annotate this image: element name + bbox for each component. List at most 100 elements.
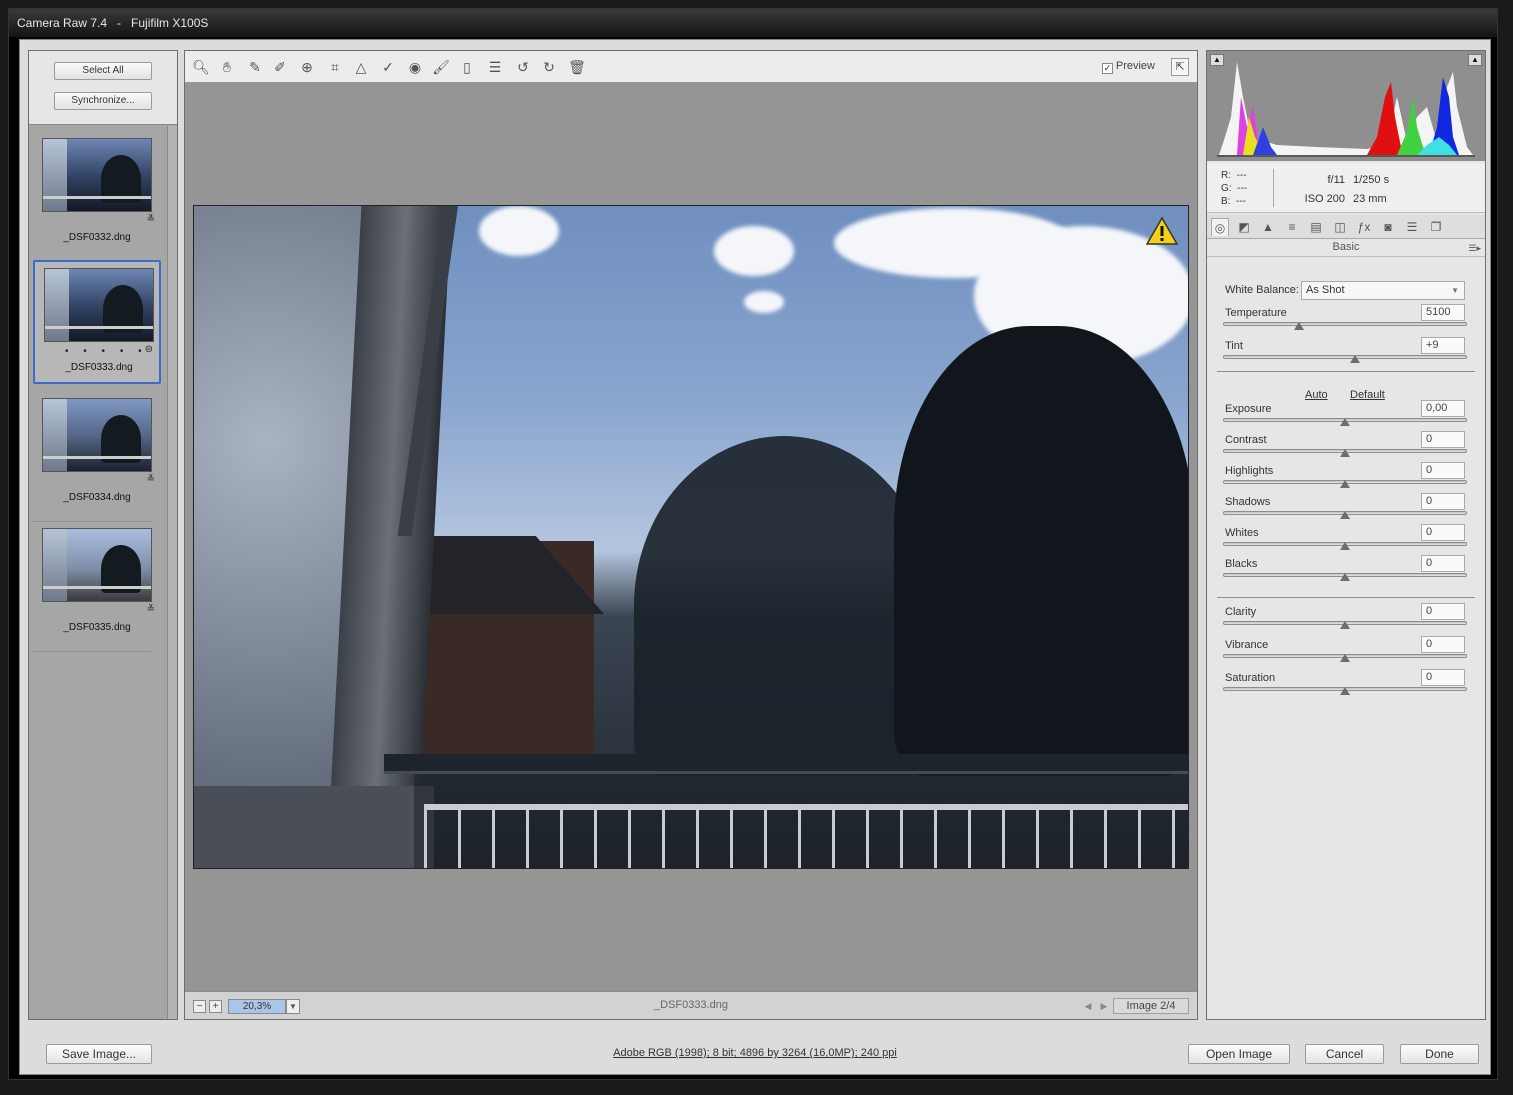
previous-image-icon[interactable]: ◀	[1081, 999, 1095, 1013]
slider-handle[interactable]	[1340, 418, 1350, 426]
adjustments-panel: ▲ ▲ R: --- G: --- B: --- f/11 1/250 s IS…	[1206, 50, 1486, 1020]
slider-label: Exposure	[1225, 403, 1272, 415]
iso: ISO 200	[1304, 193, 1345, 205]
tab-camera-calibration-icon[interactable]: ◙	[1379, 218, 1397, 236]
tab-basic-icon[interactable]: ◎	[1211, 218, 1229, 236]
fullscreen-toggle-icon[interactable]: ⇱	[1171, 58, 1189, 76]
slider-handle[interactable]	[1340, 654, 1350, 662]
color-sampler-tool-icon[interactable]: ✐	[270, 57, 290, 77]
image-viewer: 🔍︎ ✋︎ ✎ ✐ ⊕ ⌗ △ ✓ ◉ 🖌︎ ▯ ☰ ↺ ↻ 🗑︎ ✓ Previ…	[184, 50, 1198, 1020]
rgb-readout: R: --- G: --- B: ---	[1221, 169, 1247, 208]
histogram: ▲ ▲	[1207, 51, 1485, 161]
exif-info: f/11 1/250 s ISO 200 23 mm	[1303, 171, 1389, 209]
preview-checkbox[interactable]: ✓ Preview	[1101, 60, 1155, 74]
white-balance-tool-icon[interactable]: ✎	[245, 57, 265, 77]
thumbnail-filename: _DSF0334.dng	[63, 492, 131, 503]
slider-handle[interactable]	[1340, 511, 1350, 519]
tab-tone-curve-icon[interactable]: ◩	[1235, 218, 1253, 236]
panel-title: Basic	[1207, 241, 1485, 257]
preview-image[interactable]	[193, 205, 1189, 869]
slider-handle[interactable]	[1340, 573, 1350, 581]
slider-value-field[interactable]: 0	[1421, 462, 1465, 479]
slider-value-field[interactable]: 0	[1421, 669, 1465, 686]
open-image-button[interactable]: Open Image	[1188, 1044, 1290, 1064]
adjustment-brush-icon[interactable]: 🖌︎	[431, 57, 451, 77]
tab-hsl-icon[interactable]: ≡	[1283, 218, 1301, 236]
slider-track[interactable]	[1223, 322, 1467, 326]
red-eye-tool-icon[interactable]: ◉	[405, 57, 425, 77]
slider-value-field[interactable]: 5100	[1421, 304, 1465, 321]
slider-value-field[interactable]: 0	[1421, 555, 1465, 572]
viewer-status-bar: − + 20,3% ▼ _DSF0333.dng ◀ ▶ Image 2/4	[185, 991, 1197, 1019]
synchronize-button[interactable]: Synchronize...	[54, 92, 152, 110]
tab-lens-corrections-icon[interactable]: ◫	[1331, 218, 1349, 236]
slider-value-field[interactable]: +9	[1421, 337, 1465, 354]
warning-icon[interactable]	[1146, 216, 1178, 246]
filmstrip-scrollbar[interactable]	[167, 126, 177, 1019]
preferences-icon[interactable]: ☰	[485, 57, 505, 77]
done-button[interactable]: Done	[1400, 1044, 1479, 1064]
slider-handle[interactable]	[1349, 355, 1360, 363]
tab-effects-icon[interactable]: ƒx	[1355, 218, 1373, 236]
thumbnail-image	[44, 268, 154, 342]
dialog-client: Select All Synchronize... ≚ _DSF0332.dng…	[19, 39, 1491, 1075]
filmstrip-item[interactable]: ≚ _DSF0334.dng	[33, 392, 161, 522]
slider-label: Whites	[1225, 527, 1259, 539]
r-value: ---	[1236, 170, 1247, 181]
slider-handle[interactable]	[1340, 621, 1350, 629]
thumbnail-filename: _DSF0333.dng	[65, 362, 133, 373]
slider-label: Vibrance	[1225, 639, 1269, 651]
tab-presets-icon[interactable]: ☰	[1403, 218, 1421, 236]
slider-value-field[interactable]: 0	[1421, 603, 1465, 620]
targeted-adjustment-tool-icon[interactable]: ⊕	[297, 57, 317, 77]
cancel-button[interactable]: Cancel	[1305, 1044, 1384, 1064]
camera-name: Fujifilm X100S	[131, 16, 209, 30]
adjusted-badge-icon: ≚	[146, 474, 155, 485]
adjusted-badge-icon: ⊜	[144, 344, 153, 355]
tab-detail-icon[interactable]: ▲	[1259, 218, 1277, 236]
slider-handle[interactable]	[1340, 480, 1350, 488]
slider-value-field[interactable]: 0	[1421, 431, 1465, 448]
rotate-ccw-icon[interactable]: ↺	[513, 57, 533, 77]
slider-label: Shadows	[1225, 496, 1271, 508]
focal-length: 23 mm	[1353, 193, 1387, 205]
default-button[interactable]: Default	[1350, 389, 1385, 401]
tab-split-toning-icon[interactable]: ▤	[1307, 218, 1325, 236]
auto-button[interactable]: Auto	[1305, 389, 1328, 401]
filmstrip-item-selected[interactable]: • • • • • ⊜ _DSF0333.dng	[33, 260, 161, 384]
trash-icon[interactable]: 🗑︎	[567, 57, 587, 77]
slider-value-field[interactable]: 0,00	[1421, 400, 1465, 417]
spot-removal-tool-icon[interactable]: ✓	[378, 57, 398, 77]
g-value: ---	[1237, 183, 1248, 194]
slider-handle[interactable]	[1293, 322, 1304, 330]
tab-snapshots-icon[interactable]: ❐	[1427, 218, 1445, 236]
zoom-tool-icon[interactable]: 🔍︎	[191, 57, 211, 77]
straighten-tool-icon[interactable]: △	[351, 57, 371, 77]
slider-track[interactable]	[1223, 355, 1467, 359]
slider-label: Blacks	[1225, 558, 1258, 570]
slider-label: Temperature	[1225, 307, 1287, 319]
graduated-filter-icon[interactable]: ▯	[457, 57, 477, 77]
filmstrip-item[interactable]: ≚ _DSF0335.dng	[33, 522, 161, 652]
next-image-icon[interactable]: ▶	[1097, 999, 1111, 1013]
slider-label: Saturation	[1225, 672, 1276, 684]
crop-tool-icon[interactable]: ⌗	[325, 57, 345, 77]
rotate-cw-icon[interactable]: ↻	[539, 57, 559, 77]
slider-value-field[interactable]: 0	[1421, 524, 1465, 541]
slider-handle[interactable]	[1340, 449, 1350, 457]
white-balance-dropdown[interactable]: As Shot ▼	[1301, 281, 1465, 300]
slider-handle[interactable]	[1340, 542, 1350, 550]
star-rating[interactable]: • • • • •	[65, 346, 148, 357]
slider-value-field[interactable]: 0	[1421, 636, 1465, 653]
hand-tool-icon[interactable]: ✋︎	[217, 57, 237, 77]
select-all-button[interactable]: Select All	[54, 62, 152, 80]
title-bar[interactable]: Camera Raw 7.4- Fujifilm X100S	[9, 9, 1497, 37]
b-value: ---	[1236, 196, 1247, 207]
slider-handle[interactable]	[1340, 687, 1350, 695]
slider-label: Contrast	[1225, 434, 1267, 446]
thumbnail-filename: _DSF0332.dng	[63, 232, 131, 243]
slider-value-field[interactable]: 0	[1421, 493, 1465, 510]
filmstrip-item[interactable]: ≚ _DSF0332.dng	[33, 132, 161, 262]
panel-menu-icon[interactable]: ☰▸	[1468, 243, 1481, 254]
thumbnail-filename: _DSF0335.dng	[63, 622, 131, 633]
